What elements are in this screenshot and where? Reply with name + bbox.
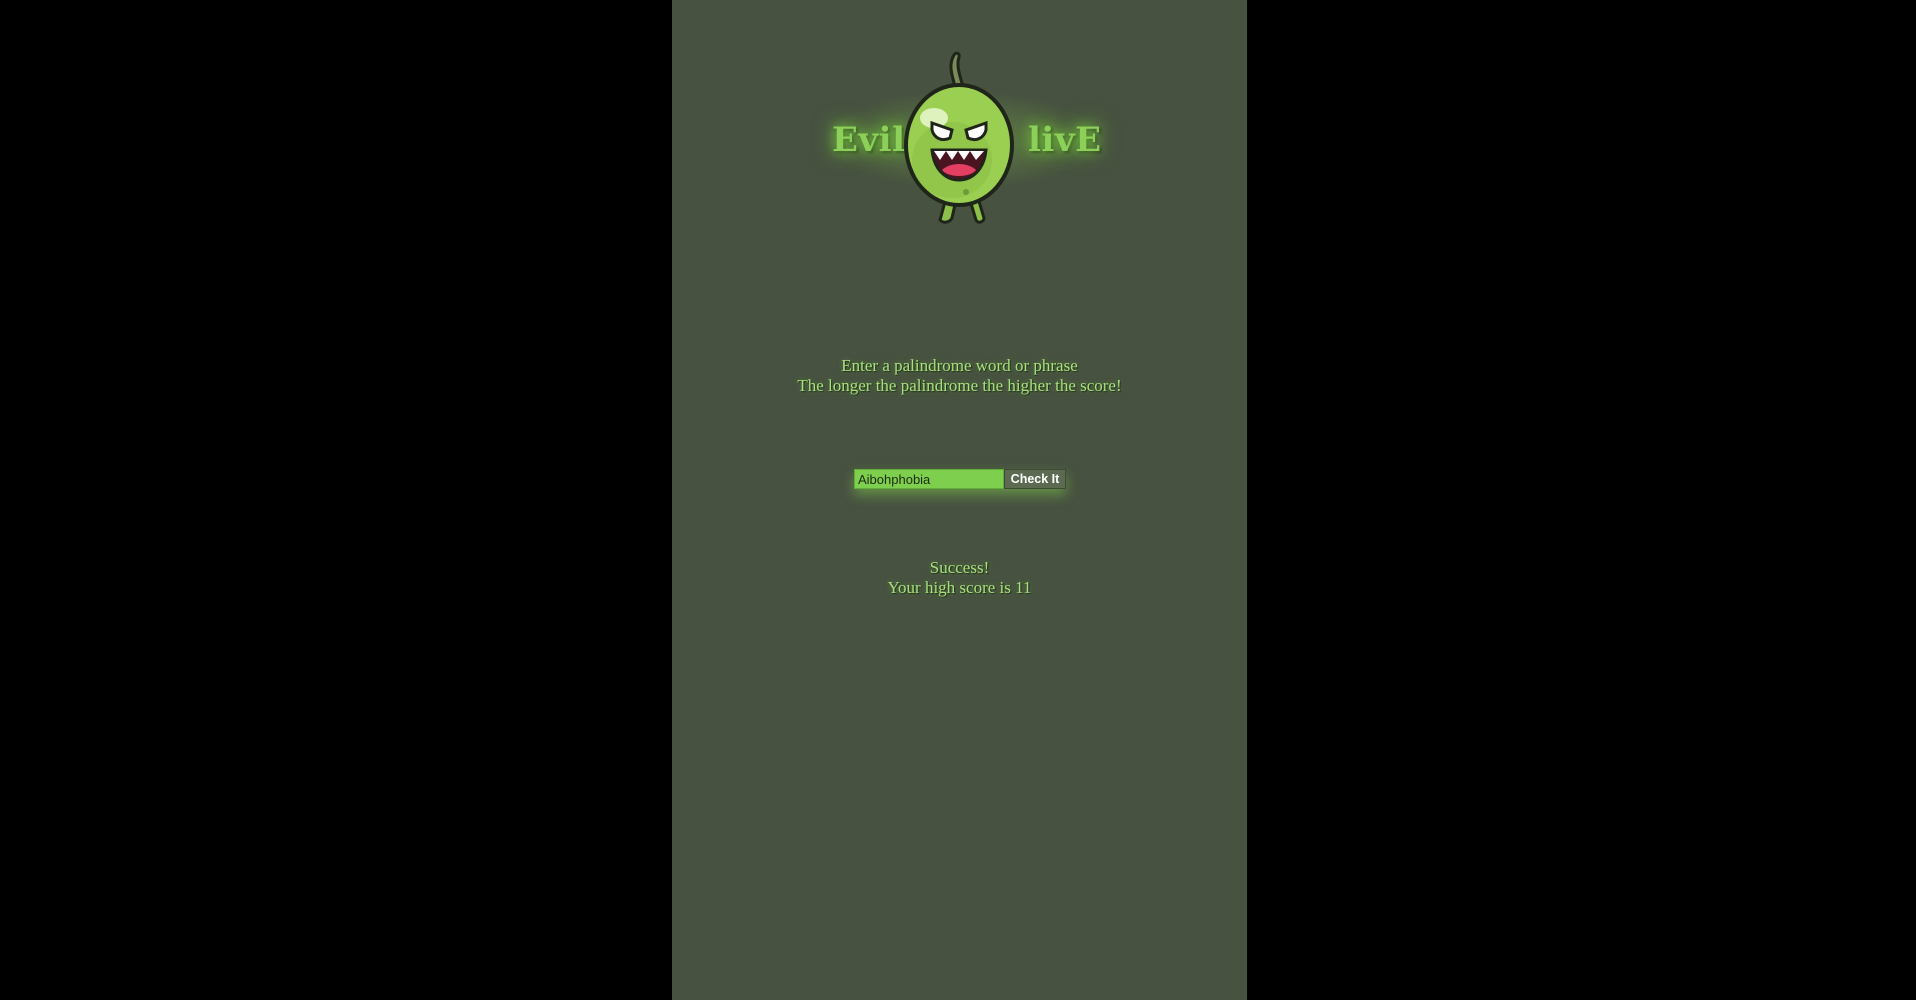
palindrome-input[interactable] — [854, 469, 1004, 489]
instructions-line-2: The longer the palindrome the higher the… — [797, 376, 1122, 395]
main-panel: Evil livE Enter a palindrome word or phr… — [672, 0, 1247, 1000]
logo-word-live: livE — [1028, 120, 1102, 160]
angry-olive-mascot-icon — [904, 51, 1014, 224]
palindrome-form: Check It — [854, 469, 1066, 489]
result-message: Success! Your high score is 11 — [672, 558, 1247, 598]
result-status: Success! — [929, 558, 990, 577]
instructions-text: Enter a palindrome word or phrase The lo… — [672, 356, 1247, 396]
instructions-line-1: Enter a palindrome word or phrase — [841, 356, 1078, 375]
check-it-button[interactable]: Check It — [1004, 469, 1066, 489]
high-score-text: Your high score is 11 — [887, 578, 1032, 597]
evil-live-logo: Evil livE — [672, 50, 1247, 225]
